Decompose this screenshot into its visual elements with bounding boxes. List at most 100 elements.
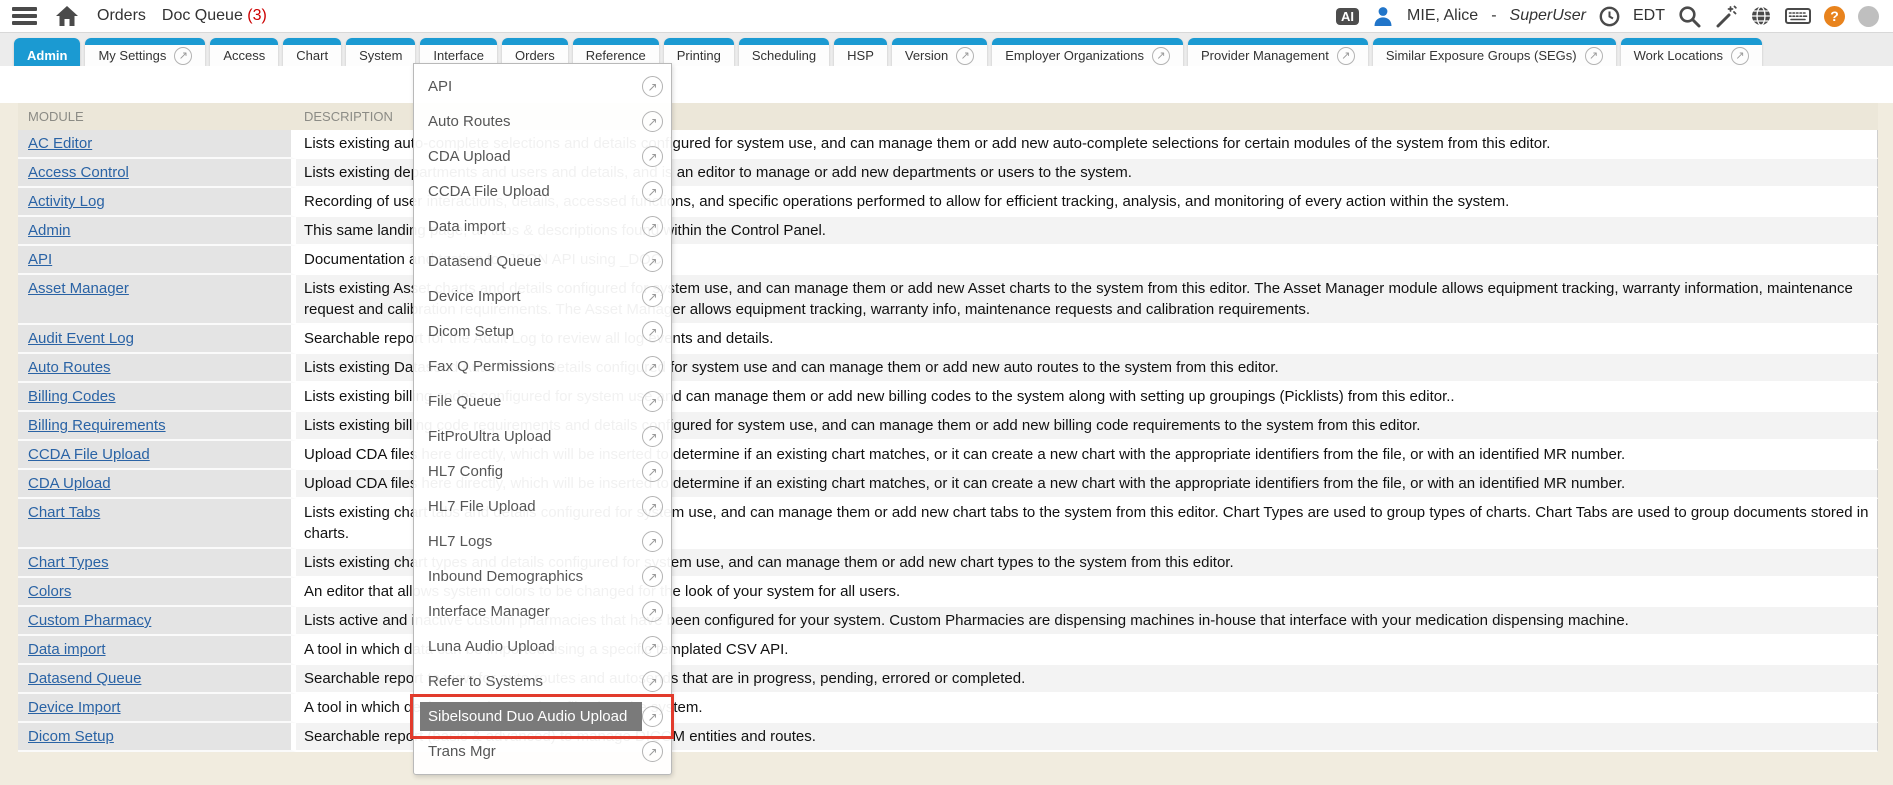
module-link-colors[interactable]: Colors bbox=[28, 583, 71, 600]
menu-item-sibelsound-duo-audio-upload[interactable]: Sibelsound Duo Audio Upload↗ bbox=[414, 699, 671, 734]
popup-arrow-icon: ↗ bbox=[642, 671, 663, 692]
avatar[interactable] bbox=[1858, 6, 1879, 27]
menu-item-fitproultra-upload[interactable]: FitProUltra Upload↗ bbox=[414, 419, 671, 454]
table-header-row: MODULE DESCRIPTION bbox=[18, 103, 1878, 130]
menu-item-hl7-file-upload[interactable]: HL7 File Upload↗ bbox=[414, 489, 671, 524]
module-link-data-import[interactable]: Data import bbox=[28, 641, 106, 658]
module-link-chart-types[interactable]: Chart Types bbox=[28, 554, 109, 571]
tab-admin[interactable]: Admin bbox=[14, 38, 80, 66]
popup-arrow-icon: ↗ bbox=[642, 706, 663, 727]
module-link-activity-log[interactable]: Activity Log bbox=[28, 193, 105, 210]
table-row-device-import: Device ImportA tool in which devices can… bbox=[18, 694, 1878, 723]
table-row-dicom-setup: Dicom SetupSearchable report (basic & ad… bbox=[18, 723, 1878, 752]
module-link-audit-event-log[interactable]: Audit Event Log bbox=[28, 330, 134, 347]
popup-arrow-icon: ↗ bbox=[1152, 47, 1170, 65]
tab-access[interactable]: Access bbox=[210, 38, 278, 66]
tab-similar-exposure-groups-segs[interactable]: Similar Exposure Groups (SEGs)↗ bbox=[1373, 38, 1616, 66]
module-link-asset-manager[interactable]: Asset Manager bbox=[28, 280, 129, 297]
menu-item-dicom-setup[interactable]: Dicom Setup↗ bbox=[414, 314, 671, 349]
menu-item-data-import[interactable]: Data import↗ bbox=[414, 209, 671, 244]
timezone-label[interactable]: EDT bbox=[1633, 7, 1665, 25]
admin-tab-bar: Admin My Settings↗AccessChartSystemInterf… bbox=[0, 33, 1893, 66]
help-icon[interactable]: ? bbox=[1824, 6, 1845, 27]
menu-item-refer-to-systems[interactable]: Refer to Systems↗ bbox=[414, 664, 671, 699]
popup-arrow-icon: ↗ bbox=[642, 286, 663, 307]
tab-work-locations[interactable]: Work Locations↗ bbox=[1621, 38, 1762, 66]
menu-item-auto-routes[interactable]: Auto Routes↗ bbox=[414, 104, 671, 139]
user-icon[interactable] bbox=[1372, 5, 1394, 27]
module-cell: Auto Routes bbox=[18, 354, 296, 383]
menu-item-ccda-file-upload[interactable]: CCDA File Upload↗ bbox=[414, 174, 671, 209]
module-link-ccda-file-upload[interactable]: CCDA File Upload bbox=[28, 446, 150, 463]
table-row-auto-routes: Auto RoutesLists existing Datasend Auto … bbox=[18, 354, 1878, 383]
tab-orders[interactable]: Orders bbox=[502, 38, 568, 66]
tab-reference[interactable]: Reference bbox=[573, 38, 659, 66]
popup-arrow-icon: ↗ bbox=[642, 566, 663, 587]
module-link-ac-editor[interactable]: AC Editor bbox=[28, 135, 92, 152]
module-table: MODULE DESCRIPTION AC EditorLists existi… bbox=[18, 103, 1878, 752]
table-body: AC EditorLists existing auto-complete se… bbox=[18, 130, 1878, 752]
menu-item-datasend-queue[interactable]: Datasend Queue↗ bbox=[414, 244, 671, 279]
tab-hsp[interactable]: HSP bbox=[834, 38, 887, 66]
module-link-access-control[interactable]: Access Control bbox=[28, 164, 129, 181]
tab-system[interactable]: System bbox=[346, 38, 415, 66]
menu-item-fax-q-permissions[interactable]: Fax Q Permissions↗ bbox=[414, 349, 671, 384]
module-cell: AC Editor bbox=[18, 130, 296, 159]
user-name[interactable]: MIE, Alice bbox=[1407, 7, 1478, 25]
table-row-billing-requirements: Billing RequirementsLists existing billi… bbox=[18, 412, 1878, 441]
menu-item-inbound-demographics[interactable]: Inbound Demographics↗ bbox=[414, 559, 671, 594]
module-link-custom-pharmacy[interactable]: Custom Pharmacy bbox=[28, 612, 151, 629]
tab-scheduling[interactable]: Scheduling bbox=[739, 38, 829, 66]
menu-item-luna-audio-upload[interactable]: Luna Audio Upload↗ bbox=[414, 629, 671, 664]
menu-item-interface-manager[interactable]: Interface Manager↗ bbox=[414, 594, 671, 629]
menu-item-hl7-logs[interactable]: HL7 Logs↗ bbox=[414, 524, 671, 559]
module-link-cda-upload[interactable]: CDA Upload bbox=[28, 475, 111, 492]
menu-item-label: Dicom Setup bbox=[420, 317, 642, 346]
keyboard-icon[interactable] bbox=[1785, 6, 1811, 26]
module-cell: Audit Event Log bbox=[18, 325, 296, 354]
globe-icon[interactable] bbox=[1750, 5, 1772, 27]
hamburger-menu-icon[interactable] bbox=[12, 7, 37, 25]
menu-item-cda-upload[interactable]: CDA Upload↗ bbox=[414, 139, 671, 174]
tab-chart[interactable]: Chart bbox=[283, 38, 341, 66]
module-link-auto-routes[interactable]: Auto Routes bbox=[28, 359, 111, 376]
user-role: SuperUser bbox=[1510, 7, 1586, 25]
popup-arrow-icon: ↗ bbox=[642, 531, 663, 552]
clock-icon[interactable] bbox=[1599, 6, 1620, 27]
breadcrumb-link-doc-queue[interactable]: Doc Queue (3) bbox=[162, 7, 267, 25]
module-cell: API bbox=[18, 246, 296, 275]
menu-item-file-queue[interactable]: File Queue↗ bbox=[414, 384, 671, 419]
table-row-chart-types: Chart TypesLists existing chart types an… bbox=[18, 549, 1878, 578]
tab-interface[interactable]: Interface bbox=[420, 38, 497, 66]
tab-provider-management[interactable]: Provider Management↗ bbox=[1188, 38, 1368, 66]
module-cell: Chart Tabs bbox=[18, 499, 296, 549]
module-link-datasend-queue[interactable]: Datasend Queue bbox=[28, 670, 141, 687]
popup-arrow-icon: ↗ bbox=[642, 356, 663, 377]
tab-printing[interactable]: Printing bbox=[664, 38, 734, 66]
module-link-billing-requirements[interactable]: Billing Requirements bbox=[28, 417, 166, 434]
module-link-admin[interactable]: Admin bbox=[28, 222, 71, 239]
module-link-api[interactable]: API bbox=[28, 251, 52, 268]
search-icon[interactable] bbox=[1678, 5, 1701, 28]
menu-item-device-import[interactable]: Device Import↗ bbox=[414, 279, 671, 314]
popup-arrow-icon: ↗ bbox=[642, 461, 663, 482]
tab-my-settings[interactable]: My Settings↗ bbox=[85, 38, 205, 66]
tab-label: Admin bbox=[27, 48, 67, 63]
module-link-dicom-setup[interactable]: Dicom Setup bbox=[28, 728, 114, 745]
ai-badge[interactable]: AI bbox=[1336, 8, 1359, 25]
tab-employer-organizations[interactable]: Employer Organizations↗ bbox=[992, 38, 1183, 66]
module-cell: Activity Log bbox=[18, 188, 296, 217]
module-link-device-import[interactable]: Device Import bbox=[28, 699, 121, 716]
wand-icon[interactable] bbox=[1714, 5, 1737, 28]
menu-item-api[interactable]: API↗ bbox=[414, 69, 671, 104]
menu-item-hl7-config[interactable]: HL7 Config↗ bbox=[414, 454, 671, 489]
module-cell: CDA Upload bbox=[18, 470, 296, 499]
module-link-chart-tabs[interactable]: Chart Tabs bbox=[28, 504, 100, 521]
tab-version[interactable]: Version↗ bbox=[892, 38, 987, 66]
home-icon[interactable] bbox=[55, 5, 79, 27]
table-row-colors: ColorsAn editor that allows system color… bbox=[18, 578, 1878, 607]
popup-arrow-icon: ↗ bbox=[642, 496, 663, 517]
breadcrumb-link-orders[interactable]: Orders bbox=[97, 7, 146, 25]
menu-item-trans-mgr[interactable]: Trans Mgr↗ bbox=[414, 734, 671, 769]
module-link-billing-codes[interactable]: Billing Codes bbox=[28, 388, 116, 405]
